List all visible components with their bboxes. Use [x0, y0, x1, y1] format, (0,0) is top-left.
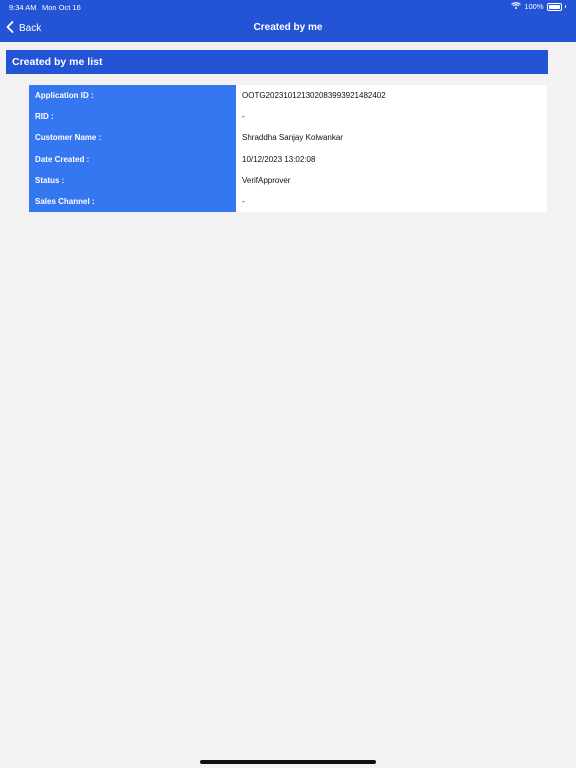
- detail-row: Customer Name : Shraddha Sanjay Kolwankar: [29, 127, 547, 149]
- detail-label: RID :: [29, 106, 236, 128]
- detail-value: -: [236, 106, 547, 128]
- battery-percentage: 100%: [524, 2, 544, 11]
- detail-label: Application ID :: [29, 85, 236, 107]
- detail-label: Sales Channel :: [29, 190, 236, 212]
- status-date: Mon Oct 16: [42, 3, 81, 12]
- detail-row: RID :-: [29, 106, 547, 128]
- detail-row: Sales Channel :-: [29, 190, 547, 212]
- page-title: Created by me: [253, 22, 323, 33]
- detail-value: Shraddha Sanjay Kolwankar: [236, 127, 547, 149]
- detail-row: Status : VerifApprover: [29, 169, 547, 191]
- detail-value: 10/12/2023 13:02:08: [236, 148, 547, 170]
- status-time: 9:34 AM: [9, 3, 37, 12]
- section-header: Created by me list: [6, 50, 548, 74]
- home-indicator[interactable]: [200, 760, 376, 764]
- navigation-bar: 9:34 AM Mon Oct 16 100% Back Created by …: [0, 0, 576, 42]
- detail-row: Application ID : OOTG20231012130208399392…: [29, 85, 547, 107]
- detail-value: VerifApprover: [236, 169, 547, 191]
- detail-value: -: [236, 190, 547, 212]
- detail-row: Date Created :10/12/2023 13:02:08: [29, 148, 547, 170]
- battery-tip: [564, 5, 566, 8]
- detail-label: Customer Name :: [29, 127, 236, 149]
- detail-label: Status :: [29, 169, 236, 191]
- wifi-icon: [511, 2, 522, 11]
- battery-icon: [546, 2, 562, 11]
- detail-label: Date Created :: [29, 148, 236, 170]
- details-table: Application ID : OOTG20231012130208399392…: [29, 85, 547, 212]
- detail-value: OOTG2023101213020839939214824​02: [236, 85, 547, 107]
- status-indicators: 100%: [511, 2, 566, 11]
